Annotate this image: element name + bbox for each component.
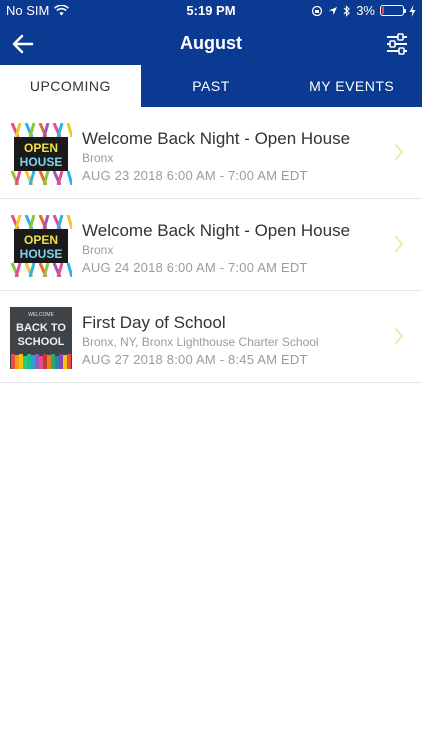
event-texts: Welcome Back Night - Open House Bronx AU…	[82, 221, 382, 275]
tab-my-events[interactable]: MY EVENTS	[281, 65, 422, 107]
battery-icon	[380, 5, 406, 16]
event-list: OPEN HOUSE Welcome Back Night - Open Hou…	[0, 107, 422, 383]
event-title: Welcome Back Night - Open House	[82, 221, 351, 240]
status-bar: No SIM 5:19 PM 3%	[0, 0, 422, 22]
rotation-lock-icon	[312, 5, 323, 16]
event-texts: First Day of School Bronx, NY, Bronx Lig…	[82, 313, 382, 367]
open-house-image: OPEN HOUSE	[10, 123, 72, 185]
event-location: Bronx, NY, Bronx Lighthouse Charter Scho…	[82, 335, 319, 349]
tab-bar: UPCOMING PAST MY EVENTS	[0, 65, 422, 107]
event-location: Bronx	[82, 151, 114, 165]
chevron-right-icon	[395, 144, 404, 160]
list-item[interactable]: OPEN HOUSE Welcome Back Night - Open Hou…	[0, 199, 422, 291]
open-house-image: OPEN HOUSE	[10, 215, 72, 277]
svg-text:HOUSE: HOUSE	[20, 247, 63, 261]
filter-sliders-icon[interactable]	[384, 31, 410, 57]
page-title: August	[180, 33, 242, 53]
charging-icon	[409, 4, 416, 17]
svg-text:BACK TO: BACK TO	[16, 322, 66, 334]
back-to-school-image: WELCOME BACK TO SCHOOL	[10, 307, 72, 369]
event-location: Bronx	[82, 243, 114, 257]
event-texts: Welcome Back Night - Open House Bronx AU…	[82, 129, 382, 183]
list-item[interactable]: WELCOME BACK TO SCHOOL First Day of Scho…	[0, 291, 422, 383]
event-title: Welcome Back Night - Open House	[82, 129, 351, 148]
nav-bar: August	[0, 22, 422, 65]
list-item[interactable]: OPEN HOUSE Welcome Back Night - Open Hou…	[0, 107, 422, 199]
svg-text:OPEN: OPEN	[24, 233, 58, 247]
location-arrow-icon	[329, 6, 338, 15]
event-time: AUG 24 2018 6:00 AM - 7:00 AM EDT	[82, 260, 308, 275]
svg-text:OPEN: OPEN	[24, 141, 58, 155]
tab-past[interactable]: PAST	[141, 65, 282, 107]
event-time: AUG 23 2018 6:00 AM - 7:00 AM EDT	[82, 168, 308, 183]
svg-text:SCHOOL: SCHOOL	[17, 336, 64, 348]
app-header: No SIM 5:19 PM 3% August UPCOMING PAST M…	[0, 0, 422, 107]
chevron-right-icon	[395, 328, 404, 344]
bluetooth-icon	[343, 4, 350, 17]
event-title: First Day of School	[82, 313, 226, 332]
tab-upcoming[interactable]: UPCOMING	[0, 65, 141, 107]
status-right: 3%	[311, 3, 416, 18]
battery-percent: 3%	[356, 3, 375, 18]
chevron-right-icon	[395, 236, 404, 252]
event-time: AUG 27 2018 8:00 AM - 8:45 AM EDT	[82, 352, 308, 367]
svg-text:HOUSE: HOUSE	[20, 155, 63, 169]
svg-text:WELCOME: WELCOME	[28, 312, 55, 318]
